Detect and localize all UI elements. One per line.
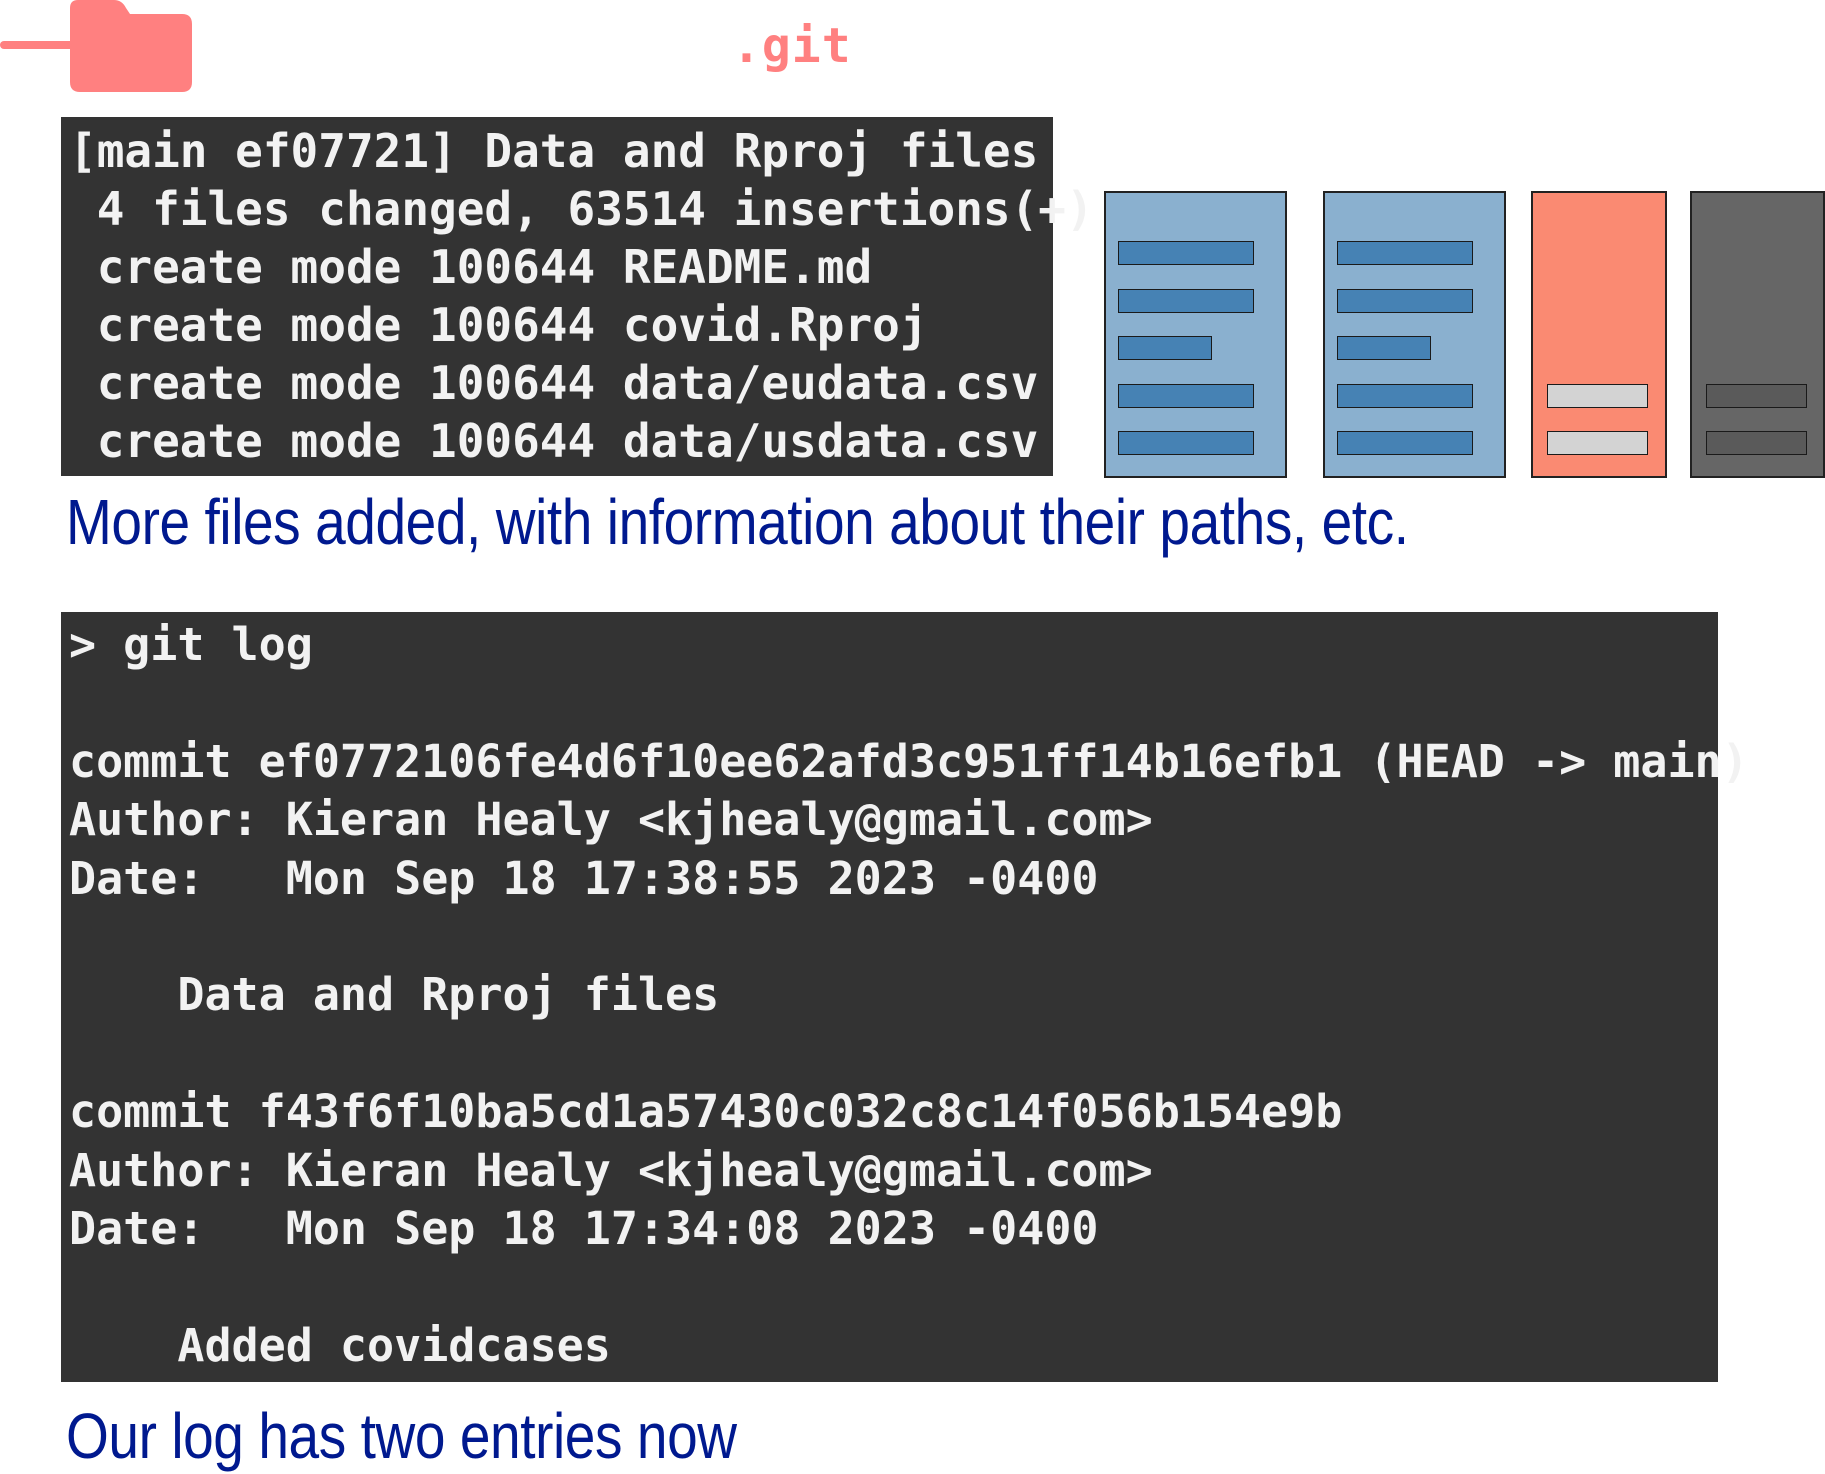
file-line-bar	[1337, 289, 1473, 313]
file-line-bar	[1706, 431, 1807, 455]
git-folder-label: .git	[732, 18, 852, 74]
git-log-terminal: > git log commit ef0772106fe4d6f10ee62af…	[61, 612, 1749, 1382]
terminal-line: Date: Mon Sep 18 17:38:55 2023 -0400	[69, 851, 1099, 905]
file-line-bar	[1118, 241, 1254, 265]
terminal-line: create mode 100644 data/usdata.csv	[69, 414, 1039, 468]
terminal-line: Data and Rproj files	[69, 968, 720, 1022]
folder-icon	[70, 0, 192, 92]
terminal-line: Date: Mon Sep 18 17:34:08 2023 -0400	[69, 1201, 1099, 1255]
file-line-bar	[1118, 336, 1212, 360]
terminal-line: create mode 100644 data/eudata.csv	[69, 356, 1039, 410]
file-line-bar	[1118, 431, 1254, 455]
file-line-bar	[1118, 289, 1254, 313]
terminal-line: Author: Kieran Healy <kjhealy@gmail.com>	[69, 1143, 1153, 1197]
file-card-eudata	[1531, 191, 1667, 478]
folder-connector-line	[0, 41, 76, 49]
terminal-line: commit ef0772106fe4d6f10ee62afd3c951ff14…	[69, 734, 1749, 788]
file-line-bar	[1547, 431, 1648, 455]
file-line-bar	[1337, 336, 1431, 360]
terminal-line: commit f43f6f10ba5cd1a57430c032c8c14f056…	[69, 1085, 1343, 1139]
caption-files-added: More files added, with information about…	[66, 486, 1409, 558]
terminal-line: create mode 100644 covid.Rproj	[69, 298, 928, 352]
terminal-line: create mode 100644 README.md	[69, 240, 873, 294]
file-line-bar	[1337, 384, 1473, 408]
terminal-line: Added covidcases	[69, 1318, 611, 1372]
caption-log-entries: Our log has two entries now	[66, 1400, 737, 1472]
file-line-bar	[1118, 384, 1254, 408]
terminal-line: 4 files changed, 63514 insertions(+)	[69, 182, 1094, 236]
file-line-bar	[1337, 431, 1473, 455]
file-card-usdata	[1690, 191, 1825, 478]
file-line-bar	[1706, 384, 1807, 408]
terminal-line: [main ef07721] Data and Rproj files	[69, 124, 1039, 178]
file-line-bar	[1547, 384, 1648, 408]
file-card-rproj	[1323, 191, 1506, 478]
file-line-bar	[1337, 241, 1473, 265]
terminal-line: > git log	[69, 618, 313, 671]
file-card-readme	[1104, 191, 1287, 478]
terminal-line: Author: Kieran Healy <kjhealy@gmail.com>	[69, 793, 1153, 847]
commit-output-terminal: [main ef07721] Data and Rproj files 4 fi…	[61, 117, 1094, 476]
